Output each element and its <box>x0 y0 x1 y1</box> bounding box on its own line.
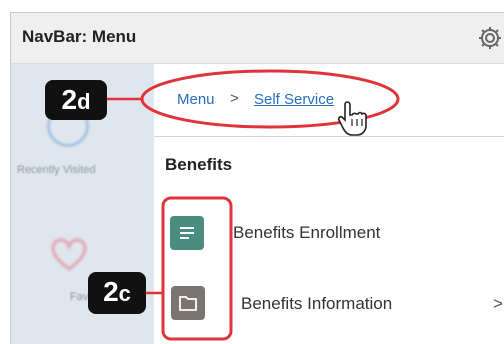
callout-step-2c: 2c <box>88 272 146 314</box>
callout-2d-number: 2 <box>61 84 78 115</box>
list-icon <box>180 227 194 239</box>
callout-2c-number: 2 <box>103 276 119 307</box>
callout-2d-letter: d <box>77 89 91 114</box>
benefits-enrollment-tile[interactable] <box>170 216 204 250</box>
folder-icon <box>179 296 197 311</box>
benefits-enrollment-label[interactable]: Benefits Enrollment <box>233 223 380 243</box>
benefits-information-tile[interactable] <box>171 286 205 320</box>
breadcrumb: Menu > Self Service <box>154 64 504 137</box>
navbar-title: NavBar: Menu <box>22 27 137 46</box>
breadcrumb-separator: > <box>230 90 239 107</box>
callout-2c-letter: c <box>118 281 131 306</box>
breadcrumb-self-service-link[interactable]: Self Service <box>254 91 334 108</box>
callout-step-2d: 2d <box>45 80 107 120</box>
gear-icon[interactable] <box>477 25 503 51</box>
breadcrumb-menu-link[interactable]: Menu <box>177 91 215 108</box>
recently-visited-label: Recently Visited <box>17 164 96 176</box>
section-heading-benefits: Benefits <box>165 155 233 174</box>
favorites-heart-icon[interactable] <box>51 238 87 272</box>
chevron-right-icon[interactable]: > <box>493 294 503 314</box>
navbar-header: NavBar: Menu <box>11 13 504 64</box>
benefits-information-label[interactable]: Benefits Information <box>241 294 392 314</box>
